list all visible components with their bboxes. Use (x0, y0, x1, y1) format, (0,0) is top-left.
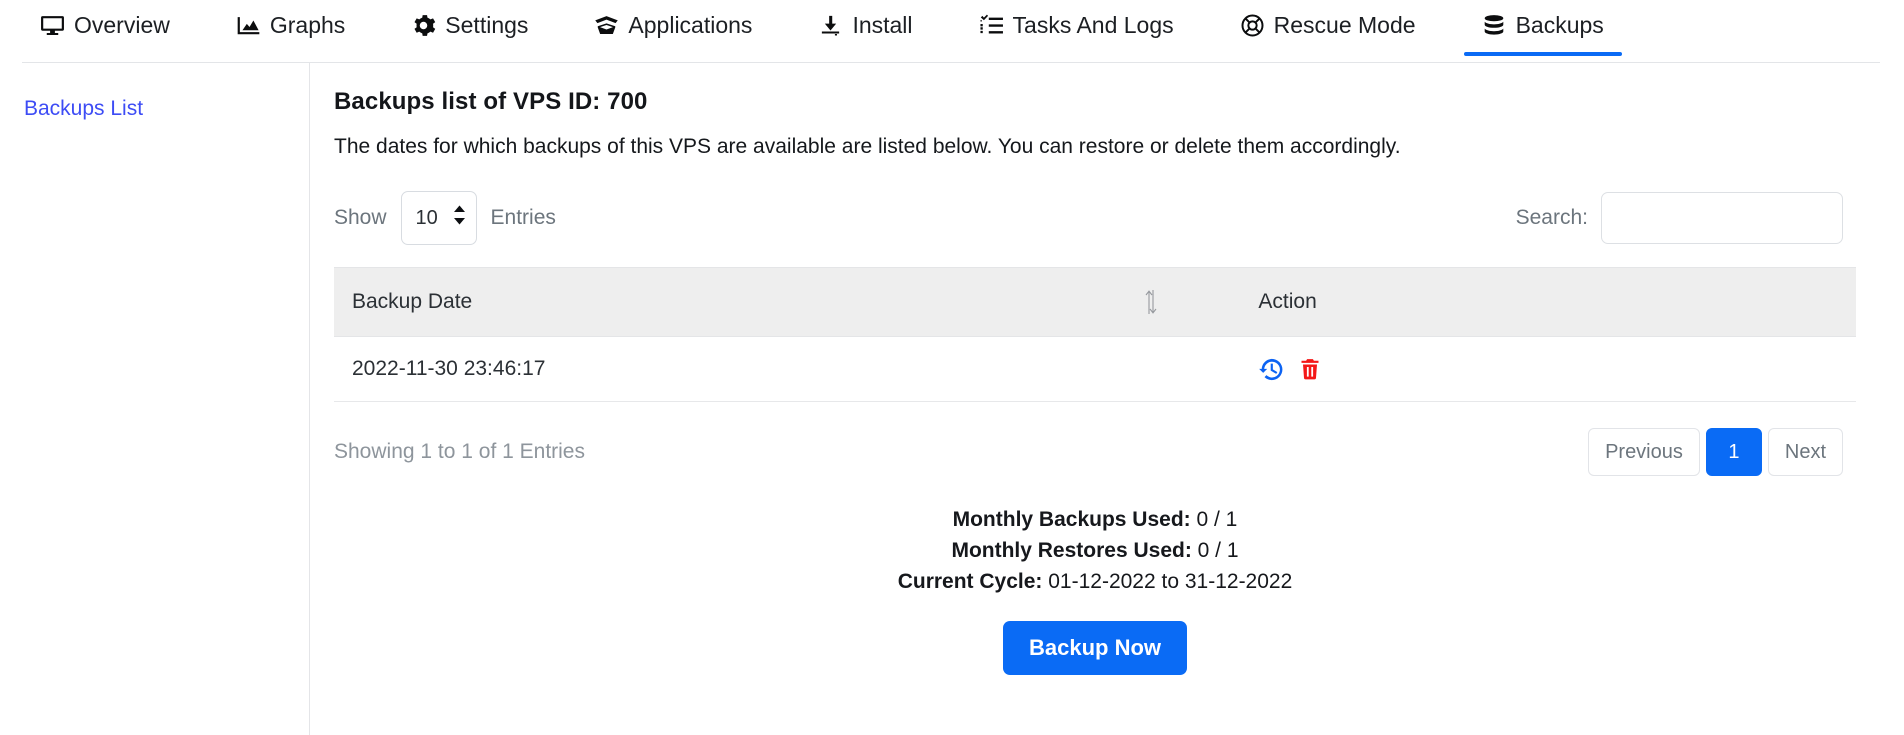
stat-monthly-backups-used-value: 0 / 1 (1196, 508, 1238, 531)
nav-item-label: Overview (74, 12, 170, 38)
pagination-page-1-button[interactable]: 1 (1705, 428, 1762, 476)
table-head: Backup Date Action (334, 267, 1856, 337)
nav-item-label: Tasks And Logs (1012, 12, 1174, 38)
box-open-icon (594, 13, 619, 38)
page-body: Backups List Backups list of VPS ID: 700… (0, 63, 1904, 735)
stat-monthly-restores-used: Monthly Restores Used: 0 / 1 (334, 535, 1856, 566)
tasks-icon (979, 13, 1004, 38)
stat-monthly-backups-used-label: Monthly Backups Used: (952, 508, 1191, 531)
nav-item-graphs[interactable]: Graphs (218, 0, 363, 56)
cell-backup-date: 2022-11-30 23:46:17 (334, 336, 1179, 402)
entries-per-page-select[interactable]: 102550100 (400, 191, 477, 245)
backup-now-button[interactable]: Backup Now (1002, 621, 1188, 675)
column-header-backup-date[interactable]: Backup Date (334, 267, 1179, 337)
stat-current-cycle-value: 01-12-2022 to 31-12-2022 (1048, 570, 1293, 593)
main-content: Backups list of VPS ID: 700 The dates fo… (310, 63, 1904, 735)
pagination-previous-button[interactable]: Previous (1588, 428, 1700, 476)
row-action-buttons (1196, 356, 1838, 383)
cell-action (1178, 336, 1856, 402)
nav-bottom-border (22, 62, 1880, 63)
pagination-next-button[interactable]: Next (1767, 428, 1843, 476)
stat-monthly-backups-used: Monthly Backups Used: 0 / 1 (334, 504, 1856, 535)
restore-backup-button[interactable] (1258, 356, 1285, 383)
search-input[interactable] (1601, 192, 1843, 244)
nav-item-label: Graphs (269, 12, 346, 38)
nav-item-label: Rescue Mode (1273, 12, 1416, 38)
page-description: The dates for which backups of this VPS … (334, 135, 1401, 158)
trash-icon (1298, 356, 1322, 383)
gear-icon (411, 13, 436, 38)
history-restore-icon (1258, 356, 1285, 383)
page-title: Backups list of VPS ID: 700 (334, 88, 648, 115)
column-header-backup-date-label: Backup Date (352, 290, 473, 313)
sort-arrows-icon[interactable] (1144, 289, 1158, 315)
stat-monthly-restores-used-label: Monthly Restores Used: (951, 539, 1192, 562)
sidebar-item-backups-list[interactable]: Backups List (24, 96, 143, 122)
nav-item-install[interactable]: Install (800, 0, 930, 56)
search-label: Search: (1515, 206, 1588, 229)
show-label: Show (334, 206, 387, 229)
desktop-icon (40, 13, 65, 38)
table-body: 2022-11-30 23:46:17 (334, 336, 1856, 402)
table-header-row: Backup Date Action (334, 267, 1856, 337)
life-ring-icon (1240, 13, 1265, 38)
nav-item-rescue-mode[interactable]: Rescue Mode (1222, 0, 1434, 56)
pagination: Previous 1 Next (1588, 428, 1843, 476)
top-navigation: Overview Graphs Settings Applications Instal… (0, 0, 1904, 63)
entries-label: Entries (490, 206, 556, 229)
nav-item-overview[interactable]: Overview (22, 0, 188, 56)
entries-select-wrapper: 102550100 (400, 191, 477, 245)
table-row: 2022-11-30 23:46:17 (334, 336, 1856, 402)
stat-current-cycle: Current Cycle: 01-12-2022 to 31-12-2022 (334, 566, 1856, 597)
stat-monthly-restores-used-value: 0 / 1 (1197, 539, 1239, 562)
showing-entries-text: Showing 1 to 1 of 1 Entries (334, 440, 585, 463)
backup-stats: Monthly Backups Used: 0 / 1 Monthly Rest… (334, 504, 1856, 597)
column-header-action-label: Action (1258, 290, 1317, 313)
primary-action-row: Backup Now (334, 621, 1856, 675)
nav-item-label: Settings (445, 12, 529, 38)
nav-items: Overview Graphs Settings Applications Instal… (0, 0, 1904, 63)
table-footer: Showing 1 to 1 of 1 Entries Previous 1 N… (334, 428, 1856, 476)
nav-item-label: Backups (1515, 12, 1604, 38)
sidebar: Backups List (0, 63, 310, 735)
chart-area-icon (236, 13, 261, 38)
stat-current-cycle-label: Current Cycle: (897, 570, 1043, 593)
download-icon (818, 13, 843, 38)
nav-item-settings[interactable]: Settings (393, 0, 546, 56)
database-icon (1482, 13, 1507, 38)
nav-item-label: Install (852, 12, 913, 38)
search-control: Search: (1516, 192, 1843, 244)
column-header-action: Action (1178, 267, 1856, 337)
nav-item-label: Applications (628, 12, 753, 38)
delete-backup-button[interactable] (1298, 356, 1322, 383)
nav-item-tasks-and-logs[interactable]: Tasks And Logs (961, 0, 1192, 56)
table-controls: Show 102550100 Entries Search: (334, 191, 1856, 245)
backups-table: Backup Date Action 2022-11-30 23:46:17 (334, 267, 1856, 402)
show-entries-control: Show 102550100 Entries (334, 191, 556, 245)
nav-item-applications[interactable]: Applications (576, 0, 770, 56)
nav-item-backups[interactable]: Backups (1463, 0, 1623, 56)
